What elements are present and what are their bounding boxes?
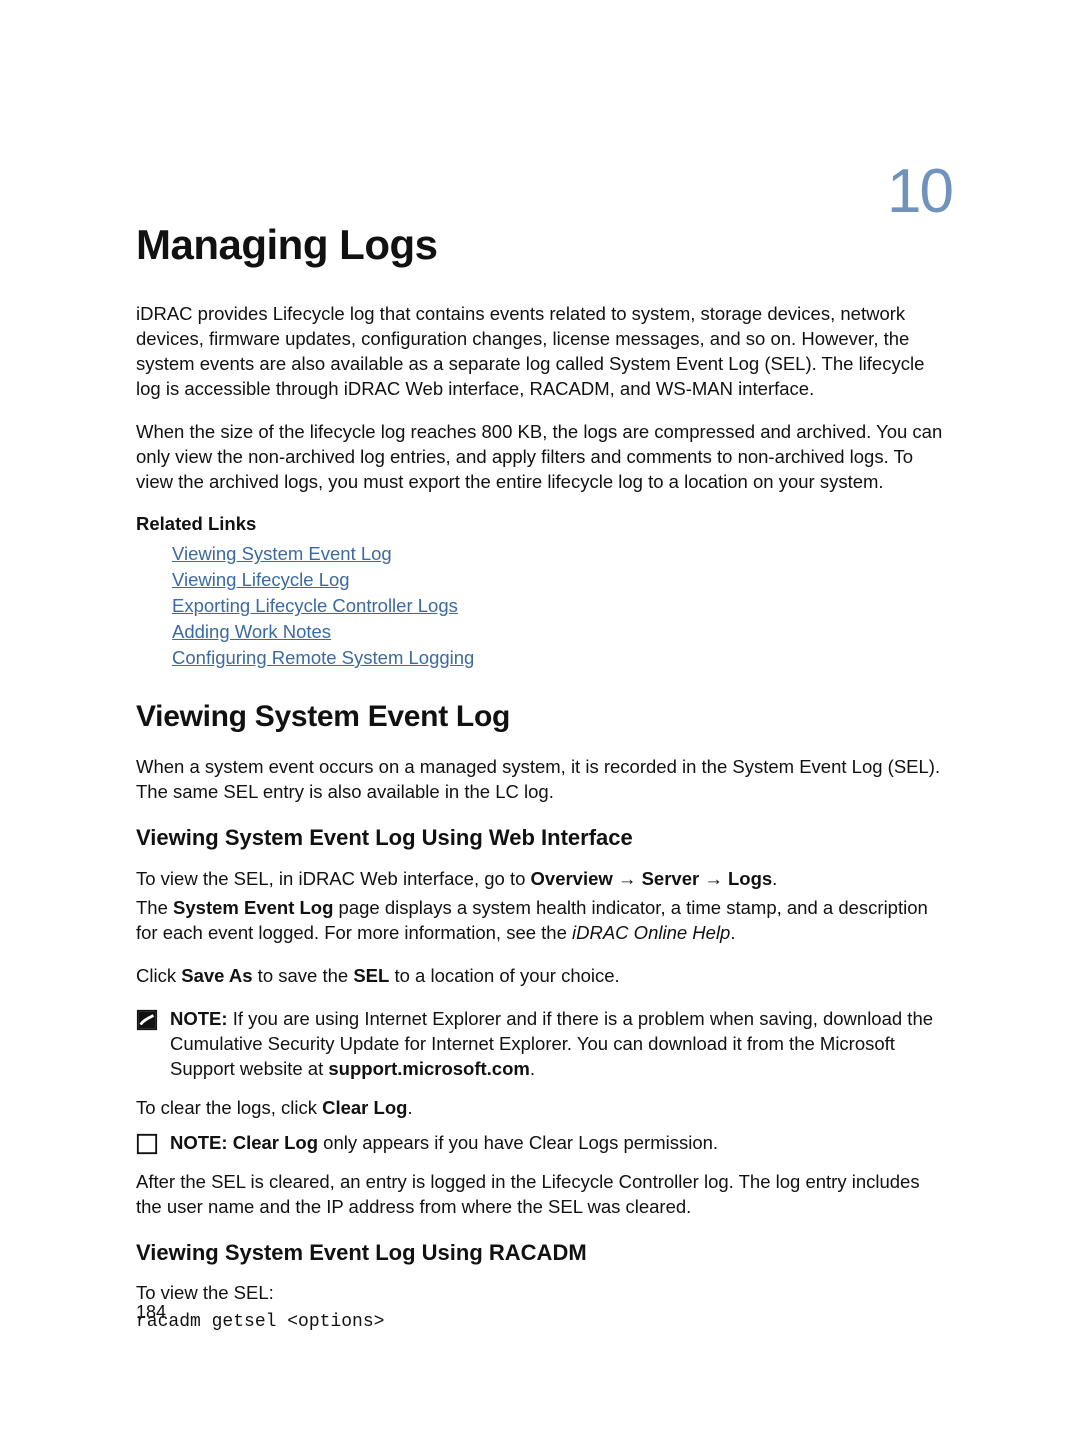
sub1-p1: To view the SEL, in iDRAC Web interface,… xyxy=(136,867,950,892)
subsection-heading-racadm: Viewing System Event Log Using RACADM xyxy=(136,1238,950,1268)
arrow: → xyxy=(613,868,642,889)
bold-save-as: Save As xyxy=(181,965,252,986)
link-adding-work-notes[interactable]: Adding Work Notes xyxy=(172,619,950,645)
link-configuring-remote-system-logging[interactable]: Configuring Remote System Logging xyxy=(172,645,950,671)
note-icon xyxy=(136,1133,158,1155)
text: . xyxy=(407,1097,412,1118)
text: If you are using Internet Explorer and i… xyxy=(170,1008,933,1079)
text: . xyxy=(530,1058,535,1079)
link-viewing-lifecycle-log[interactable]: Viewing Lifecycle Log xyxy=(172,567,950,593)
chapter-number: 10 xyxy=(887,150,952,234)
arrow: → xyxy=(699,868,728,889)
section1-paragraph: When a system event occurs on a managed … xyxy=(136,755,950,805)
bold-clear-log: Clear Log xyxy=(322,1097,407,1118)
link-exporting-lifecycle-controller-logs[interactable]: Exporting Lifecycle Controller Logs xyxy=(172,593,950,619)
sub1-p5: After the SEL is cleared, an entry is lo… xyxy=(136,1170,950,1220)
note-text-1: NOTE: If you are using Internet Explorer… xyxy=(170,1007,950,1082)
bold-logs: Logs xyxy=(728,868,772,889)
section-heading-viewing-sel: Viewing System Event Log xyxy=(136,697,950,738)
related-links-list: Viewing System Event Log Viewing Lifecyc… xyxy=(136,541,950,670)
text: only appears if you have Clear Logs perm… xyxy=(318,1132,718,1153)
note-icon xyxy=(136,1009,158,1031)
emphasis-idrac-online-help: iDRAC Online Help xyxy=(572,922,730,943)
note-block-1: NOTE: If you are using Internet Explorer… xyxy=(136,1007,950,1082)
intro-paragraph-1: iDRAC provides Lifecycle log that contai… xyxy=(136,302,950,402)
text: . xyxy=(772,868,777,889)
bold-support-microsoft: support.microsoft.com xyxy=(328,1058,529,1079)
text: to save the xyxy=(253,965,354,986)
text: The xyxy=(136,897,173,918)
text: To clear the logs, click xyxy=(136,1097,322,1118)
text: to a location of your choice. xyxy=(389,965,619,986)
note-text-2: NOTE: Clear Log only appears if you have… xyxy=(170,1131,950,1156)
bold-system-event-log: System Event Log xyxy=(173,897,333,918)
page-title: Managing Logs xyxy=(136,217,950,274)
text: To view the SEL, in iDRAC Web interface,… xyxy=(136,868,531,889)
code-racadm-getsel: racadm getsel <options> xyxy=(136,1310,950,1334)
sub1-p3: Click Save As to save the SEL to a locat… xyxy=(136,964,950,989)
sub2-p1: To view the SEL: xyxy=(136,1281,950,1306)
text: . xyxy=(730,922,735,943)
bold-overview: Overview xyxy=(531,868,613,889)
bold-clear-log: Clear Log xyxy=(233,1132,318,1153)
page-number: 184 xyxy=(136,1300,166,1324)
link-viewing-system-event-log[interactable]: Viewing System Event Log xyxy=(172,541,950,567)
bold-sel: SEL xyxy=(353,965,389,986)
sub1-p4: To clear the logs, click Clear Log. xyxy=(136,1096,950,1121)
subsection-heading-web-interface: Viewing System Event Log Using Web Inter… xyxy=(136,823,950,853)
related-links-heading: Related Links xyxy=(136,512,950,537)
text: Click xyxy=(136,965,181,986)
bold-server: Server xyxy=(642,868,700,889)
note-label: NOTE: xyxy=(170,1132,233,1153)
note-label: NOTE: xyxy=(170,1008,233,1029)
sub1-p2: The System Event Log page displays a sys… xyxy=(136,896,950,946)
note-block-2: NOTE: Clear Log only appears if you have… xyxy=(136,1131,950,1156)
intro-paragraph-2: When the size of the lifecycle log reach… xyxy=(136,420,950,495)
